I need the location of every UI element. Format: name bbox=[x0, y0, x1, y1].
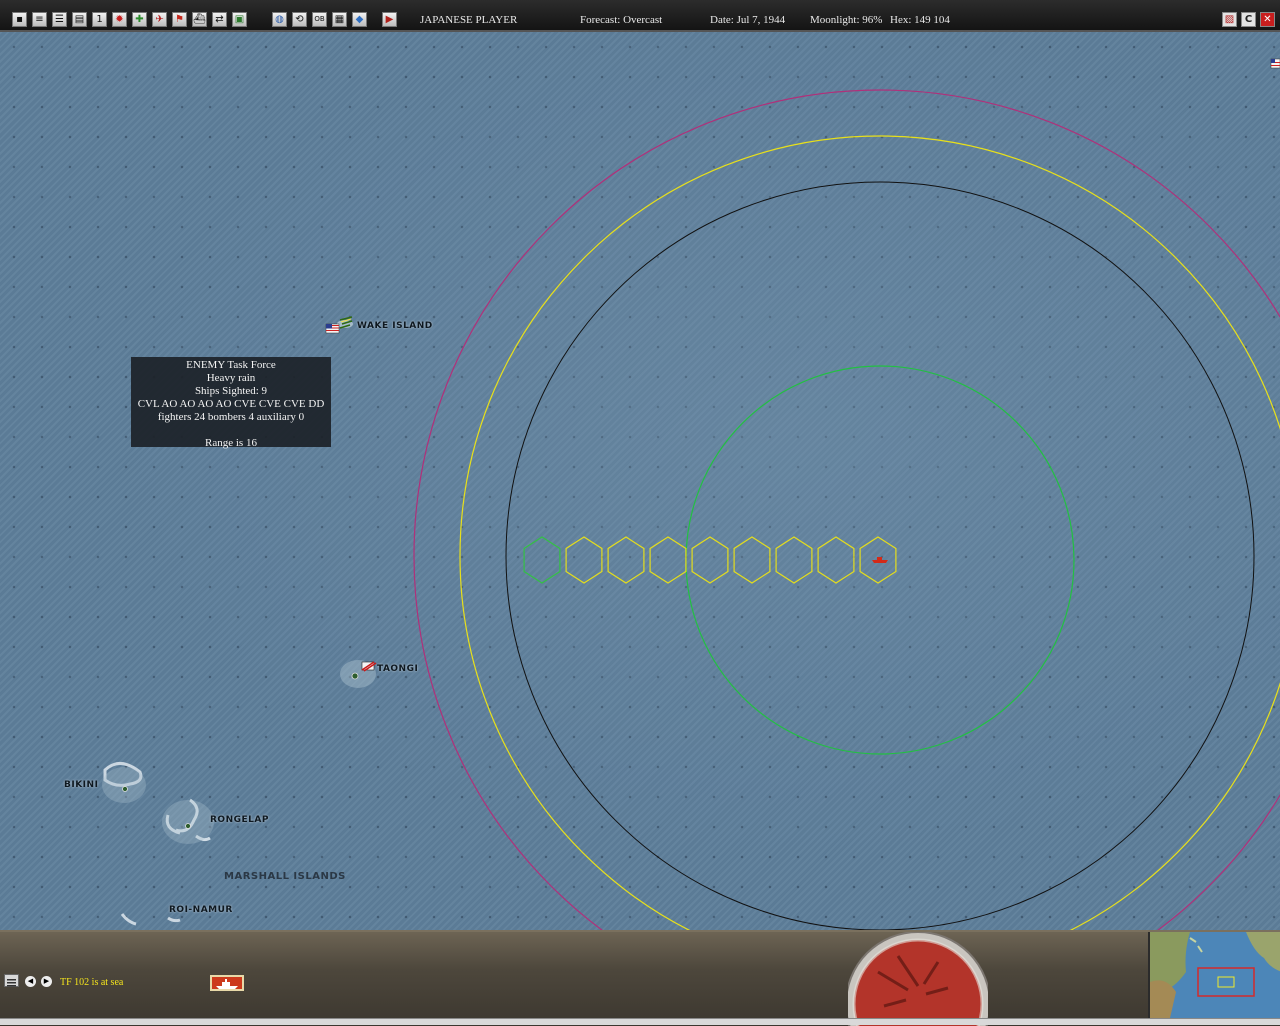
task-force-info-popup: ENEMY Task Force Heavy rain Ships Sighte… bbox=[131, 357, 331, 447]
outer-range-ring bbox=[414, 90, 1280, 930]
popup-ships-sighted: Ships Sighted: 9 bbox=[131, 385, 331, 398]
task-force-ship-icon[interactable] bbox=[210, 975, 244, 991]
c-icon[interactable]: C bbox=[1241, 12, 1256, 27]
taongi-label: TAONGI bbox=[377, 664, 418, 674]
enemy-ship-icon[interactable] bbox=[872, 557, 888, 563]
bubble-icon[interactable]: ◆ bbox=[352, 12, 367, 27]
bikini-label: BIKINI bbox=[64, 780, 98, 790]
popup-title: ENEMY Task Force bbox=[131, 359, 331, 372]
japanese-base-icon[interactable] bbox=[362, 662, 376, 671]
player-label: JAPANESE PLAYER bbox=[420, 14, 517, 26]
play-icon[interactable]: ▶ bbox=[382, 12, 397, 27]
previous-arrow-icon[interactable]: ◀ bbox=[25, 976, 36, 987]
path-hex[interactable] bbox=[608, 537, 644, 583]
path-hex[interactable] bbox=[776, 537, 812, 583]
top-toolbar: ▪ ≡ ☰ ▤ 1 ✹ ✚ ✈ ⚑ ⛴ ⇄ ▣ ◍ ⟲ OB ▦ ◆ ▶ JAPANESE PLAYER Fore… bbox=[0, 0, 1280, 32]
minimap[interactable] bbox=[1148, 932, 1280, 1018]
black-range-ring bbox=[506, 182, 1254, 930]
game-map[interactable]: WAKE ISLAND TAONGI BIKINI RONGELAP MARSH… bbox=[0, 32, 1280, 930]
moonlight-label: Moonlight: 96% bbox=[810, 14, 882, 26]
close-icon[interactable]: ✕ bbox=[1260, 12, 1275, 27]
number-one-icon[interactable]: 1 bbox=[92, 12, 107, 27]
red-flag-icon[interactable]: ⚑ bbox=[172, 12, 187, 27]
popup-range: Range is 16 bbox=[131, 437, 331, 450]
rongelap-lagoon-shape bbox=[162, 800, 214, 844]
end-turn-button[interactable] bbox=[848, 932, 988, 1026]
red-plane-icon[interactable]: ✈ bbox=[152, 12, 167, 27]
us-flag-icon[interactable] bbox=[326, 324, 339, 333]
path-hex[interactable] bbox=[524, 537, 560, 583]
bikini-lagoon-shape bbox=[102, 767, 146, 803]
forecast-label: Forecast: Overcast bbox=[580, 14, 662, 26]
map-marker-icon[interactable]: ▣ bbox=[232, 12, 247, 27]
taongi-dot-icon[interactable] bbox=[352, 673, 358, 679]
us-flag-edge-icon[interactable] bbox=[1271, 59, 1280, 68]
popup-ship-types: CVL AO AO AO AO CVE CVE CVE DD bbox=[131, 398, 331, 411]
ship-icon[interactable]: ⛴ bbox=[192, 12, 207, 27]
report-icon[interactable]: ▤ bbox=[72, 12, 87, 27]
select-icon[interactable]: ▪ bbox=[12, 12, 27, 27]
popup-weather: Heavy rain bbox=[131, 372, 331, 385]
yellow-range-ring bbox=[460, 136, 1280, 930]
bikini-dot-icon[interactable] bbox=[123, 787, 128, 792]
roi-namur-shape bbox=[122, 914, 180, 924]
path-hex[interactable] bbox=[566, 537, 602, 583]
range-rings bbox=[414, 90, 1280, 930]
wake-island-label: WAKE ISLAND bbox=[357, 321, 433, 331]
roi-namur-label: ROI-NAMUR bbox=[169, 905, 233, 915]
rongelap-label: RONGELAP bbox=[210, 815, 269, 825]
globe-icon[interactable]: ◍ bbox=[272, 12, 287, 27]
movement-hex-path bbox=[524, 537, 896, 583]
menu-icon[interactable] bbox=[4, 974, 19, 987]
hex-label: Hex: 149 104 bbox=[890, 14, 950, 26]
path-hex[interactable] bbox=[692, 537, 728, 583]
shuffle-icon[interactable]: ⇄ bbox=[212, 12, 227, 27]
rongelap-dot-icon[interactable] bbox=[186, 824, 191, 829]
flag-toggle-icon[interactable]: ▨ bbox=[1222, 12, 1237, 27]
path-hex[interactable] bbox=[734, 537, 770, 583]
path-hex[interactable] bbox=[818, 537, 854, 583]
table-icon[interactable]: ▦ bbox=[332, 12, 347, 27]
date-label: Date: Jul 7, 1944 bbox=[710, 14, 785, 26]
path-hex[interactable] bbox=[650, 537, 686, 583]
bottom-panel: ◀ ▶ TF 102 is at sea bbox=[0, 930, 1280, 1026]
refresh-icon[interactable]: ⟲ bbox=[292, 12, 307, 27]
rising-sun-flag-icon[interactable]: ✹ bbox=[112, 12, 127, 27]
list-icon[interactable]: ☰ bbox=[52, 12, 67, 27]
popup-aircraft: fighters 24 bombers 4 auxiliary 0 bbox=[131, 411, 331, 424]
map-overlay bbox=[0, 32, 1280, 930]
green-cross-icon[interactable]: ✚ bbox=[132, 12, 147, 27]
status-message: TF 102 is at sea bbox=[60, 977, 123, 988]
document-icon[interactable]: ≡ bbox=[32, 12, 47, 27]
marshall-islands-label: MARSHALL ISLANDS bbox=[224, 871, 346, 882]
next-arrow-icon[interactable]: ▶ bbox=[41, 976, 52, 987]
popup-spacer bbox=[131, 424, 331, 437]
ob-icon[interactable]: OB bbox=[312, 12, 327, 27]
